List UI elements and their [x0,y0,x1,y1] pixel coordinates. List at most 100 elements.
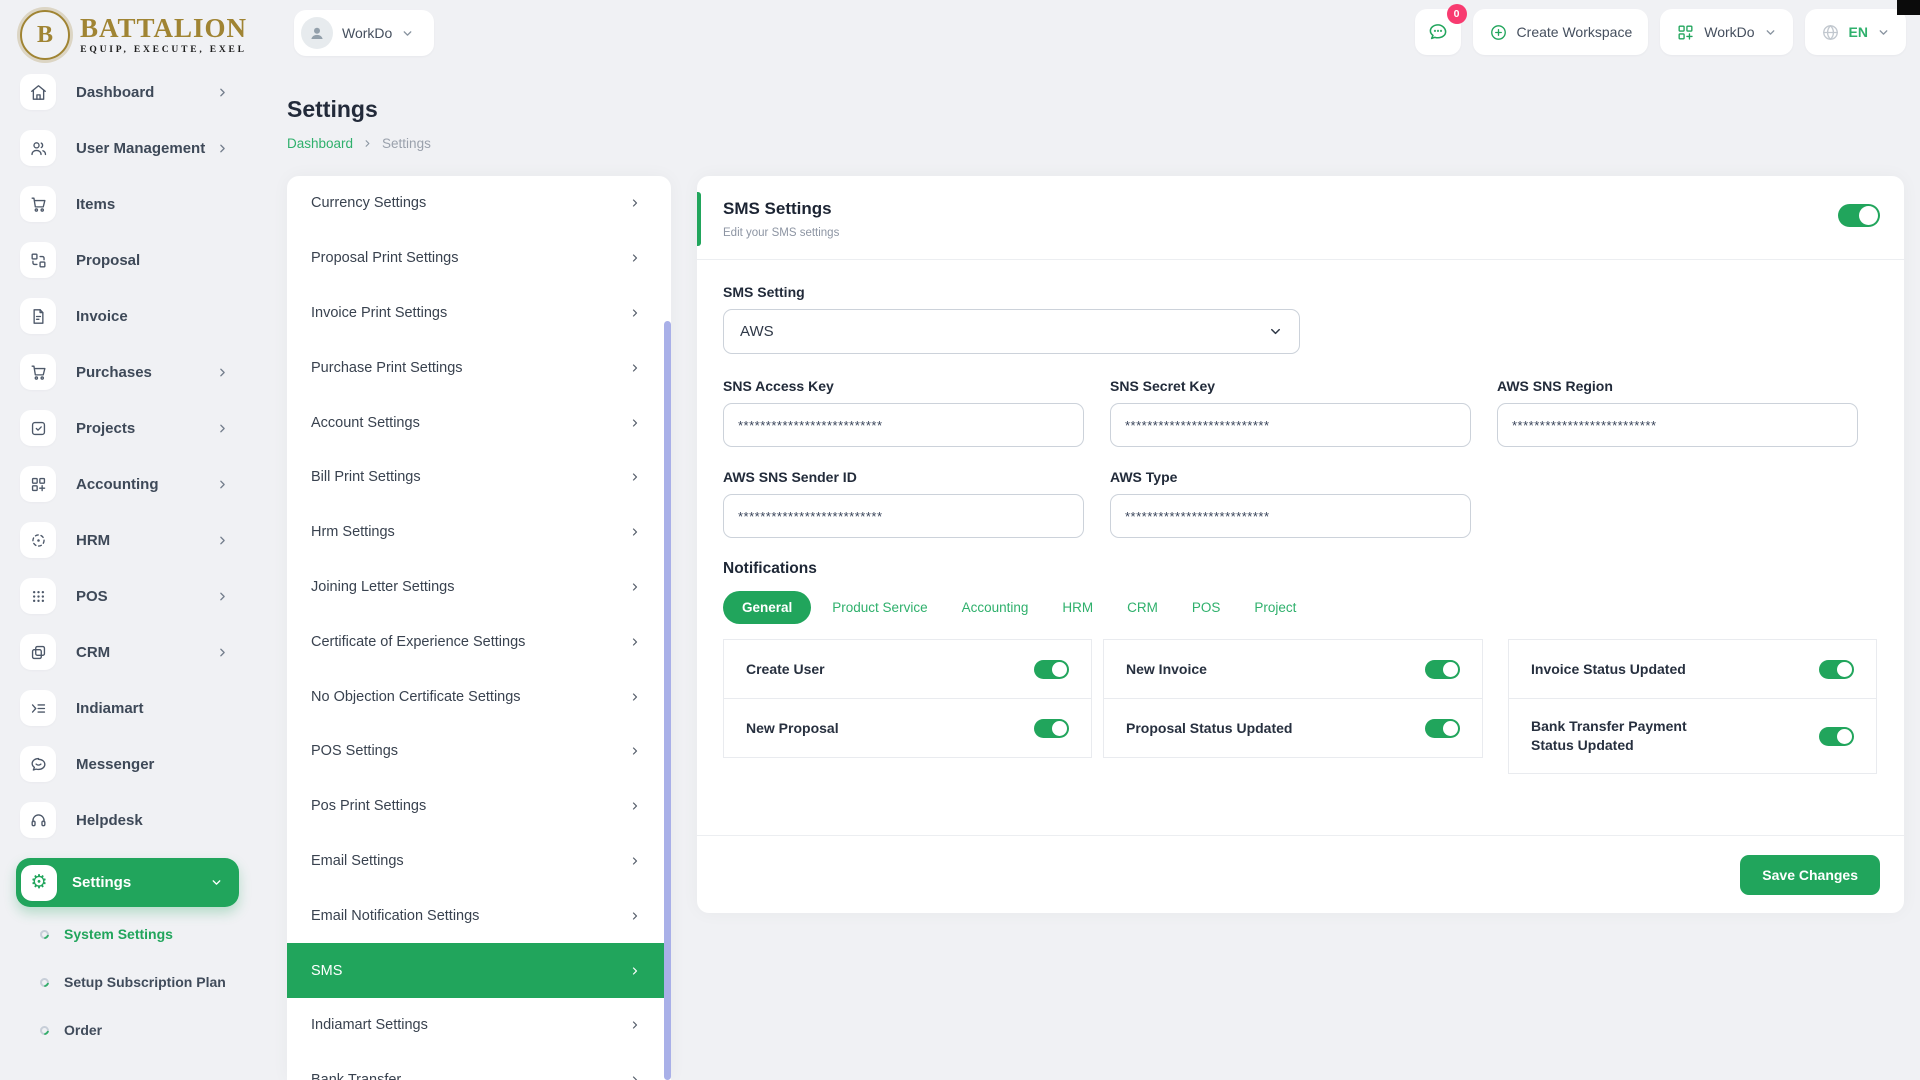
sidebar-item-hrm[interactable]: HRM [0,522,255,558]
scrollbar-thumb[interactable] [664,321,671,1080]
bullet-icon [38,1024,51,1037]
breadcrumb: Dashboard Settings [287,136,431,151]
sidebar-item-messenger[interactable]: Messenger [0,746,255,782]
language-selector[interactable]: EN [1805,9,1906,55]
chevron-right-icon [629,362,641,374]
settings-menu-item-email-notification-settings[interactable]: Email Notification Settings [287,888,671,943]
sidebar-subitem-order[interactable]: Order [40,1017,255,1043]
settings-menu-item-bill-print-settings[interactable]: Bill Print Settings [287,450,671,505]
sns-access-key-input[interactable] [723,403,1084,447]
settings-menu-item-currency-settings[interactable]: Currency Settings [287,176,671,231]
tab-product-service[interactable]: Product Service [819,591,940,624]
breadcrumb-dashboard-link[interactable]: Dashboard [287,136,353,151]
settings-menu-item-email-settings[interactable]: Email Settings [287,834,671,889]
accent-bar [697,192,701,246]
tab-crm[interactable]: CRM [1114,591,1171,624]
create-user-toggle[interactable] [1034,660,1069,679]
sidebar-item-accounting[interactable]: Accounting [0,466,255,502]
invoice-status-updated-toggle[interactable] [1819,660,1854,679]
aws-sns-region-input[interactable] [1497,403,1858,447]
chevron-right-icon [216,534,229,547]
aws-type-input[interactable] [1110,494,1471,538]
settings-menu-item-proposal-print-settings[interactable]: Proposal Print Settings [287,231,671,286]
language-code: EN [1849,24,1868,40]
settings-menu-label: Email Notification Settings [311,908,479,924]
sidebar-item-helpdesk[interactable]: Helpdesk [0,802,255,838]
sms-enabled-toggle[interactable] [1838,204,1880,227]
sidebar-item-user-management[interactable]: User Management [0,130,255,166]
chevron-down-icon [401,27,414,40]
bank-transfer-payment-status-updated-toggle[interactable] [1819,727,1854,746]
settings-menu-item-sms[interactable]: SMS [287,943,671,998]
sidebar-item-settings[interactable]: ⚙ Settings [16,858,239,907]
notification-row-invoice-status-updated: Invoice Status Updated [1508,639,1877,699]
settings-menu-label: Proposal Print Settings [311,250,459,266]
subitem-label: System Settings [64,926,173,942]
settings-menu-item-pos-settings[interactable]: POS Settings [287,724,671,779]
cart-icon [20,354,56,390]
settings-menu-label: Account Settings [311,415,420,431]
chevron-right-icon [629,800,641,812]
sidebar-item-invoice[interactable]: Invoice [0,298,255,334]
new-invoice-toggle[interactable] [1425,660,1460,679]
sidebar-item-items[interactable]: Items [0,186,255,222]
sidebar-subitem-system-settings[interactable]: System Settings [40,921,255,947]
sidebar-item-crm[interactable]: CRM [0,634,255,670]
proposal-status-updated-toggle[interactable] [1425,719,1460,738]
settings-menu-label: Joining Letter Settings [311,579,454,595]
settings-menu-item-certificate-of-experience-settings[interactable]: Certificate of Experience Settings [287,614,671,669]
settings-menu-item-account-settings[interactable]: Account Settings [287,395,671,450]
workspace-switcher[interactable]: WorkDo [294,10,434,56]
settings-menu-item-purchase-print-settings[interactable]: Purchase Print Settings [287,340,671,395]
sidebar-item-label: User Management [76,140,216,157]
sns-secret-key-input[interactable] [1110,403,1471,447]
settings-menu-item-invoice-print-settings[interactable]: Invoice Print Settings [287,286,671,341]
app-switcher-button[interactable]: WorkDo [1660,9,1792,55]
chevron-right-icon [629,636,641,648]
settings-menu-item-hrm-settings[interactable]: Hrm Settings [287,505,671,560]
settings-menu-item-no-objection-certificate-settings[interactable]: No Objection Certificate Settings [287,669,671,724]
tab-general[interactable]: General [723,591,811,624]
toggle-label: Proposal Status Updated [1126,719,1292,738]
settings-menu-item-joining-letter-settings[interactable]: Joining Letter Settings [287,560,671,615]
sidebar-item-indiamart[interactable]: Indiamart [0,690,255,726]
sidebar-item-pos[interactable]: POS [0,578,255,614]
chat-bubble-icon [1427,21,1449,43]
tab-pos[interactable]: POS [1179,591,1234,624]
create-workspace-button[interactable]: Create Workspace [1473,9,1649,55]
tab-accounting[interactable]: Accounting [949,591,1042,624]
sidebar-item-proposal[interactable]: Proposal [0,242,255,278]
tab-hrm[interactable]: HRM [1049,591,1106,624]
aws-type-label: AWS Type [1110,469,1471,485]
settings-menu-item-bank-transfer[interactable]: Bank Transfer [287,1053,671,1080]
sidebar-item-projects[interactable]: Projects [0,410,255,446]
settings-menu-label: No Objection Certificate Settings [311,689,521,705]
toggle-label: New Proposal [746,719,839,738]
bullet-icon [38,928,51,941]
toggle-column: Invoice Status Updated Bank Transfer Pay… [1508,639,1877,774]
chevron-right-icon [629,471,641,483]
tab-project[interactable]: Project [1241,591,1309,624]
settings-menu-label: Currency Settings [311,195,426,211]
settings-menu-item-indiamart-settings[interactable]: Indiamart Settings [287,998,671,1053]
chevron-down-icon [1764,26,1777,39]
sidebar-item-purchases[interactable]: Purchases [0,354,255,390]
gear-icon: ⚙ [21,865,57,901]
cart-icon [20,186,56,222]
toggle-label: Bank Transfer Payment Status Updated [1531,717,1731,755]
save-changes-button[interactable]: Save Changes [1740,855,1880,895]
brand-logo[interactable]: B BATTALION EQUIP, EXECUTE, EXEL [20,10,247,60]
aws-sns-sender-id-input[interactable] [723,494,1084,538]
sidebar: Dashboard User Management Items Proposal… [0,74,255,1065]
app-screen: B BATTALION EQUIP, EXECUTE, EXEL WorkDo … [0,0,1920,1080]
sms-provider-select[interactable]: AWS [723,309,1300,354]
sidebar-subitem-setup-subscription-plan[interactable]: Setup Subscription Plan [40,969,255,995]
home-icon [20,74,56,110]
sidebar-item-dashboard[interactable]: Dashboard [0,74,255,110]
app-switcher-label: WorkDo [1704,24,1754,40]
sns-access-key-label: SNS Access Key [723,378,1084,394]
new-proposal-toggle[interactable] [1034,719,1069,738]
messages-button[interactable]: 0 [1415,9,1461,55]
settings-menu-item-pos-print-settings[interactable]: Pos Print Settings [287,779,671,834]
breadcrumb-current: Settings [382,136,431,151]
